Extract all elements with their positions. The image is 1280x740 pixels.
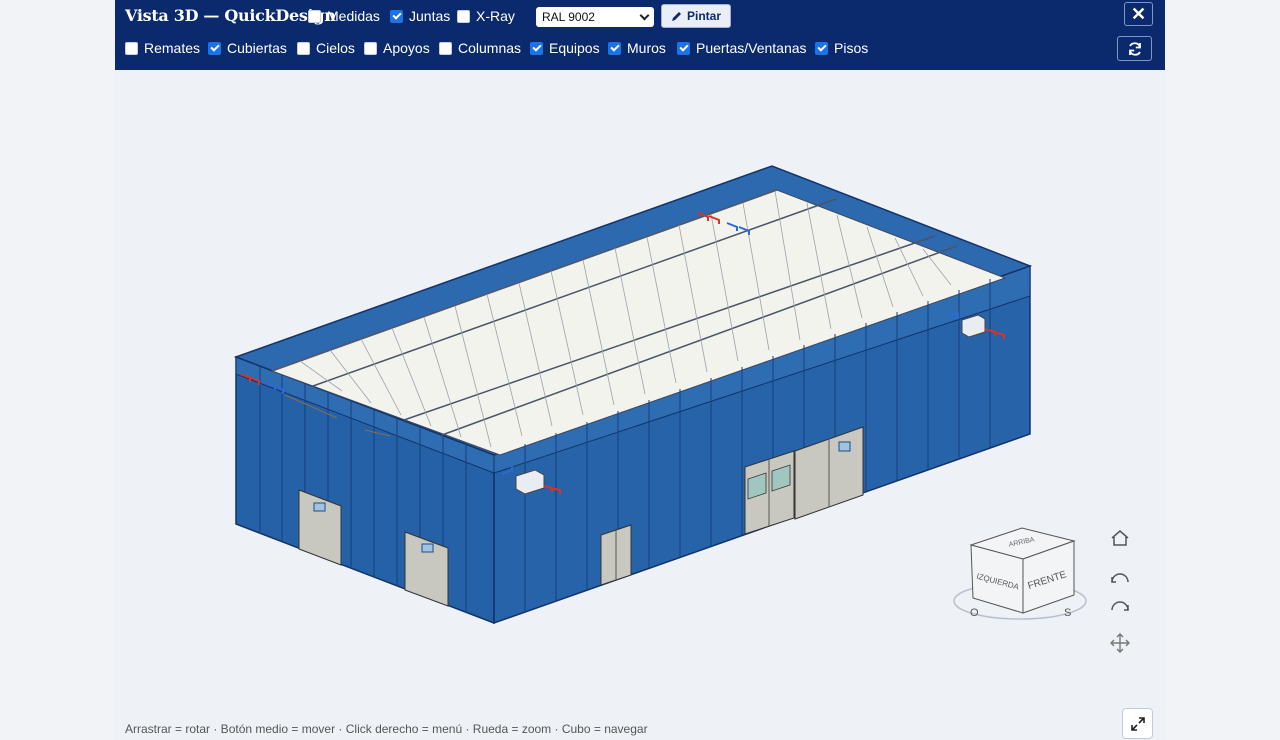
app-title: Vista 3D — QuickDesign [125, 6, 336, 25]
checkbox[interactable] [297, 41, 310, 55]
door-window [421, 543, 434, 553]
layer-label: Puertas/Ventanas [696, 40, 807, 56]
checkbox[interactable] [308, 9, 321, 23]
layer-label: Cubiertas [227, 40, 287, 56]
refresh-button[interactable] [1117, 36, 1152, 61]
checkbox[interactable] [125, 41, 138, 55]
pencil-icon [671, 12, 681, 21]
checkbox[interactable] [457, 9, 470, 23]
expand-icon [1130, 716, 1145, 731]
close-icon: ✕ [1130, 3, 1147, 24]
color-select[interactable]: RAL 9002 [536, 7, 654, 27]
status-hint: Arrastrar = rotar · Botón medio = mover … [125, 722, 648, 736]
layer-muros[interactable]: Muros [608, 40, 666, 56]
toggle-juntas[interactable]: Juntas [390, 8, 450, 24]
layer-remates[interactable]: Remates [125, 40, 200, 56]
view-cube[interactable]: ARRIBA IZQUIERDA FRENTE O S [953, 527, 1087, 620]
pan-icon[interactable] [1107, 630, 1133, 656]
layer-label: Pisos [834, 40, 869, 56]
toggle-juntas-label: Juntas [409, 8, 451, 24]
close-button[interactable]: ✕ [1124, 2, 1153, 26]
toggle-medidas-label: Medidas [327, 8, 380, 24]
checkbox[interactable] [815, 41, 828, 55]
refresh-icon [1128, 41, 1141, 56]
rotate-right-icon[interactable] [1107, 594, 1133, 620]
door-window [313, 502, 326, 512]
quickdesign-3d-viewer: Vista 3D — QuickDesign Medidas Juntas X-… [115, 0, 1165, 740]
checkbox[interactable] [530, 41, 543, 55]
checkbox[interactable] [390, 9, 403, 23]
checkbox[interactable] [608, 41, 621, 55]
fullscreen-button[interactable] [1122, 708, 1153, 739]
layer-cubiertas[interactable]: Cubiertas [208, 40, 287, 56]
color-select-value: RAL 9002 [542, 10, 595, 24]
layer-puertas-ventanas[interactable]: Puertas/Ventanas [677, 40, 807, 56]
toggle-xray[interactable]: X-Ray [457, 8, 515, 24]
checkbox[interactable] [208, 41, 221, 55]
layer-columnas[interactable]: Columnas [439, 40, 521, 56]
compass-west: O [970, 607, 979, 619]
checkbox[interactable] [439, 41, 452, 55]
toggle-medidas[interactable]: Medidas [308, 8, 380, 24]
layer-label: Columnas [458, 40, 522, 56]
rotate-left-icon[interactable] [1107, 566, 1133, 592]
layer-label: Remates [144, 40, 201, 56]
layer-label: Equipos [549, 40, 600, 56]
3d-viewport[interactable]: ARRIBA IZQUIERDA FRENTE O S [115, 70, 1165, 715]
layer-label: Apoyos [383, 40, 430, 56]
paint-button-label: Pintar [686, 9, 721, 23]
layer-equipos[interactable]: Equipos [530, 40, 600, 56]
compass-south: S [1064, 607, 1071, 619]
door-window [838, 441, 851, 452]
paint-button[interactable]: Pintar [661, 4, 731, 28]
layer-apoyos[interactable]: Apoyos [364, 40, 430, 56]
layer-label: Cielos [316, 40, 355, 56]
chevron-down-icon [639, 10, 650, 20]
toggle-xray-label: X-Ray [476, 8, 515, 24]
layer-pisos[interactable]: Pisos [815, 40, 868, 56]
checkbox[interactable] [364, 41, 377, 55]
home-icon[interactable] [1107, 525, 1133, 551]
toolbar: Vista 3D — QuickDesign Medidas Juntas X-… [115, 0, 1165, 70]
layer-label: Muros [627, 40, 666, 56]
building-3d-model[interactable]: ARRIBA IZQUIERDA FRENTE O S [115, 70, 1165, 715]
layer-cielos[interactable]: Cielos [297, 40, 355, 56]
checkbox[interactable] [677, 41, 690, 55]
